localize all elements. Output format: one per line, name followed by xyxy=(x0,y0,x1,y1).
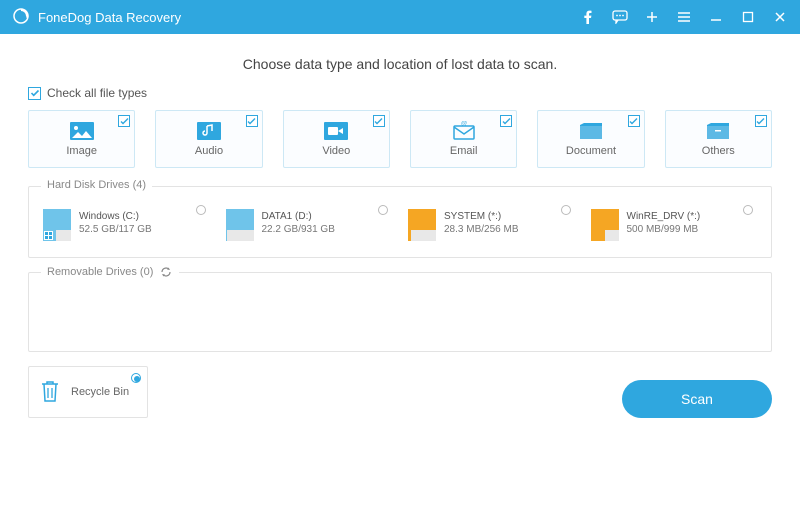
app-title: FoneDog Data Recovery xyxy=(38,10,181,25)
recycle-radio[interactable] xyxy=(131,373,141,383)
image-icon xyxy=(69,121,95,141)
type-email-checkbox[interactable] xyxy=(500,115,512,127)
hdd-section: Hard Disk Drives (4) Windows (C:) 52.5 G… xyxy=(28,186,772,258)
type-label: Audio xyxy=(195,145,223,157)
drive-icon xyxy=(408,209,436,241)
file-types-row: Image Audio Video @ Email Document Other… xyxy=(28,110,772,168)
hdd-legend: Hard Disk Drives (4) xyxy=(41,179,152,191)
facebook-icon[interactable] xyxy=(580,9,596,25)
window-controls xyxy=(580,9,788,25)
document-icon xyxy=(578,121,604,141)
type-others[interactable]: Others xyxy=(665,110,772,168)
type-label: Document xyxy=(566,145,616,157)
logo-icon xyxy=(12,7,30,28)
drive-name: WinRE_DRV (*:) xyxy=(627,211,701,222)
drive-info: WinRE_DRV (*:) 500 MB/999 MB xyxy=(627,209,701,241)
drive-icon xyxy=(591,209,619,241)
minimize-icon[interactable] xyxy=(708,9,724,25)
drive-name: SYSTEM (*:) xyxy=(444,211,518,222)
recycle-bin-card[interactable]: Recycle Bin xyxy=(28,366,148,418)
type-video[interactable]: Video xyxy=(283,110,390,168)
type-audio[interactable]: Audio xyxy=(155,110,262,168)
audio-icon xyxy=(196,121,222,141)
page-headline: Choose data type and location of lost da… xyxy=(28,56,772,72)
drive-item[interactable]: Windows (C:) 52.5 GB/117 GB xyxy=(41,205,212,245)
drive-name: Windows (C:) xyxy=(79,211,152,222)
drive-radio[interactable] xyxy=(378,205,388,215)
drive-item[interactable]: DATA1 (D:) 22.2 GB/931 GB xyxy=(224,205,395,245)
type-email[interactable]: @ Email xyxy=(410,110,517,168)
drive-size: 22.2 GB/931 GB xyxy=(262,224,335,235)
feedback-icon[interactable] xyxy=(612,9,628,25)
drive-size: 28.3 MB/256 MB xyxy=(444,224,518,235)
drive-info: SYSTEM (*:) 28.3 MB/256 MB xyxy=(444,209,518,241)
app-logo: FoneDog Data Recovery xyxy=(12,7,181,28)
recycle-label: Recycle Bin xyxy=(71,386,129,398)
maximize-icon[interactable] xyxy=(740,9,756,25)
drive-icon xyxy=(226,209,254,241)
type-document-checkbox[interactable] xyxy=(628,115,640,127)
type-label: Others xyxy=(702,145,735,157)
removable-body xyxy=(41,291,759,339)
close-icon[interactable] xyxy=(772,9,788,25)
others-icon xyxy=(705,121,731,141)
type-image-checkbox[interactable] xyxy=(118,115,130,127)
trash-icon xyxy=(39,378,61,407)
drive-item[interactable]: SYSTEM (*:) 28.3 MB/256 MB xyxy=(406,205,577,245)
type-video-checkbox[interactable] xyxy=(373,115,385,127)
type-image[interactable]: Image xyxy=(28,110,135,168)
removable-legend-text: Removable Drives (0) xyxy=(47,266,153,278)
type-others-checkbox[interactable] xyxy=(755,115,767,127)
removable-section: Removable Drives (0) xyxy=(28,272,772,352)
type-label: Email xyxy=(450,145,478,157)
drive-info: Windows (C:) 52.5 GB/117 GB xyxy=(79,209,152,241)
check-all-checkbox[interactable] xyxy=(28,87,41,100)
type-label: Image xyxy=(66,145,97,157)
video-icon xyxy=(323,121,349,141)
type-document[interactable]: Document xyxy=(537,110,644,168)
scan-button[interactable]: Scan xyxy=(622,380,772,418)
drive-radio[interactable] xyxy=(561,205,571,215)
type-label: Video xyxy=(322,145,350,157)
menu-icon[interactable] xyxy=(676,9,692,25)
drive-item[interactable]: WinRE_DRV (*:) 500 MB/999 MB xyxy=(589,205,760,245)
svg-text:@: @ xyxy=(461,121,467,127)
check-all-row[interactable]: Check all file types xyxy=(28,86,772,100)
drive-name: DATA1 (D:) xyxy=(262,211,335,222)
drive-icon xyxy=(43,209,71,241)
check-all-label: Check all file types xyxy=(47,86,147,100)
drive-info: DATA1 (D:) 22.2 GB/931 GB xyxy=(262,209,335,241)
drive-radio[interactable] xyxy=(196,205,206,215)
email-icon: @ xyxy=(451,121,477,141)
drive-radio[interactable] xyxy=(743,205,753,215)
removable-legend: Removable Drives (0) xyxy=(41,265,179,279)
type-audio-checkbox[interactable] xyxy=(246,115,258,127)
titlebar: FoneDog Data Recovery xyxy=(0,0,800,34)
refresh-icon[interactable] xyxy=(159,265,173,279)
drive-size: 500 MB/999 MB xyxy=(627,224,701,235)
plus-icon[interactable] xyxy=(644,9,660,25)
drive-size: 52.5 GB/117 GB xyxy=(79,224,152,235)
